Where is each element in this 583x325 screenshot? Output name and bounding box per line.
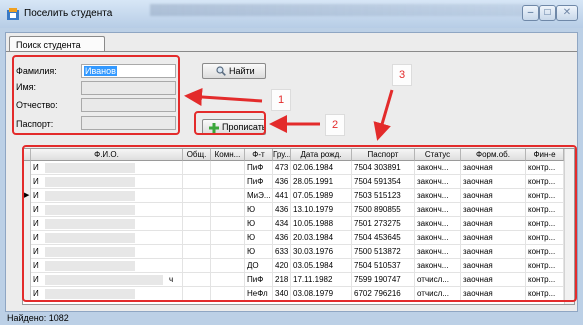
callout-3: 3 [392, 64, 412, 86]
callout-2: 2 [325, 114, 345, 136]
arrow-3 [373, 89, 394, 141]
callout-1: 1 [271, 89, 291, 111]
annotation-arrows [184, 88, 394, 141]
arrow-1 [184, 88, 263, 106]
